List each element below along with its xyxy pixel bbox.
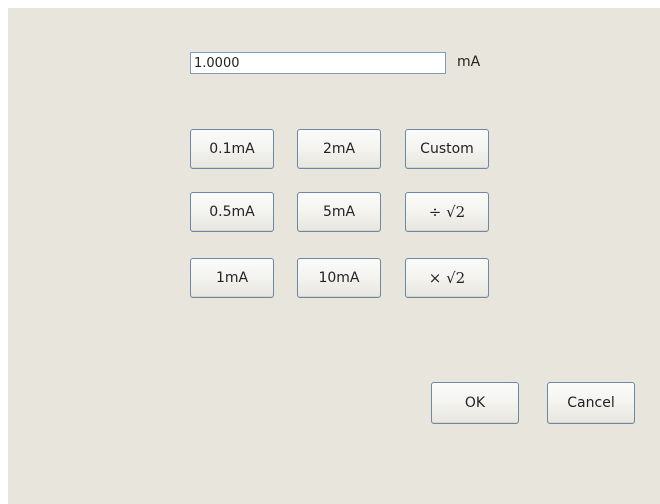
cancel-button[interactable]: Cancel: [547, 382, 635, 424]
preset-2ma-button[interactable]: 2mA: [297, 129, 381, 169]
preset-10ma-button[interactable]: 10mA: [297, 258, 381, 298]
ok-button[interactable]: OK: [431, 382, 519, 424]
preset-0-5ma-button[interactable]: 0.5mA: [190, 192, 274, 232]
preset-5ma-button[interactable]: 5mA: [297, 192, 381, 232]
preset-0-1ma-button[interactable]: 0.1mA: [190, 129, 274, 169]
preset-1ma-button[interactable]: 1mA: [190, 258, 274, 298]
current-setting-dialog: mA 0.1mA 2mA Custom 0.5mA 5mA ÷ √2 1mA 1…: [8, 8, 660, 504]
unit-label: mA: [457, 54, 481, 70]
custom-button[interactable]: Custom: [405, 129, 489, 169]
divide-sqrt2-button[interactable]: ÷ √2: [405, 192, 489, 232]
multiply-sqrt2-button[interactable]: × √2: [405, 258, 489, 298]
current-value-input[interactable]: [190, 52, 446, 74]
